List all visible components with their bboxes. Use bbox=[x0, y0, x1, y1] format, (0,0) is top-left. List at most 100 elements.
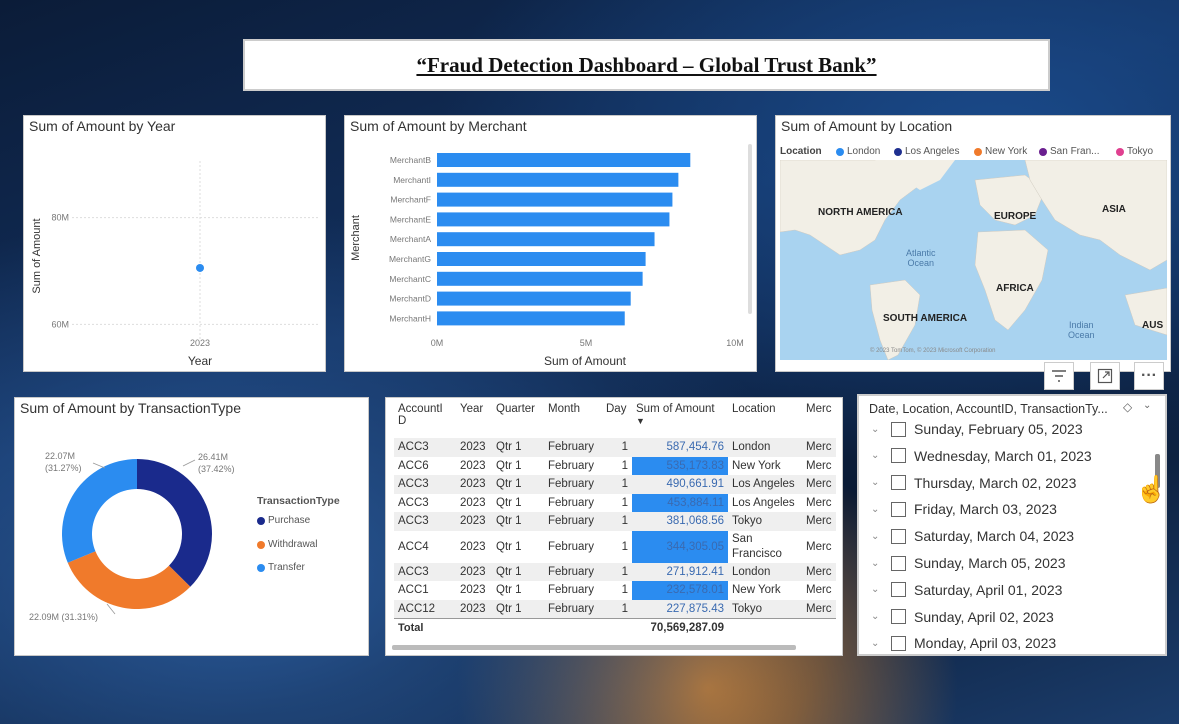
checkbox[interactable] bbox=[891, 501, 906, 517]
slicer-item-label: Sunday, February 05, 2023 bbox=[914, 421, 1083, 437]
cell-day: 1 bbox=[621, 496, 628, 509]
bar bbox=[437, 232, 655, 247]
col-year[interactable]: Year bbox=[456, 402, 492, 438]
focus-mode-icon[interactable] bbox=[1090, 362, 1120, 390]
cell-day: 1 bbox=[602, 562, 632, 581]
transaction-type-panel[interactable]: Sum of Amount by TransactionType 26.41M(… bbox=[14, 397, 369, 656]
cell-day: 1 bbox=[621, 584, 628, 597]
table-header-row: AccountI D Year Quarter Month Day Sum of … bbox=[394, 402, 836, 438]
table-row[interactable]: ACC6 2023 Qtr 1 February 1 535,173.83 New York… bbox=[394, 456, 836, 475]
slicer-item[interactable]: ⌄ Sunday, February 05, 2023 bbox=[871, 421, 1083, 437]
chevron-down-icon[interactable]: ⌄ bbox=[871, 638, 883, 649]
filter-icon[interactable] bbox=[1044, 362, 1074, 390]
cell-year: 2023 bbox=[460, 584, 486, 597]
slicer-item[interactable]: ⌄ Monday, April 03, 2023 bbox=[871, 635, 1056, 651]
table-row[interactable]: ACC12 2023 Qtr 1 February 1 227,875.43 Tokyo Me… bbox=[394, 599, 836, 618]
cell-sum-amount: 227,875.43 bbox=[632, 599, 728, 618]
chevron-down-icon[interactable]: ⌄ bbox=[871, 424, 883, 435]
chevron-down-icon[interactable]: ⌄ bbox=[871, 450, 883, 461]
table-row[interactable]: ACC3 2023 Qtr 1 February 1 381,068.56 Tokyo Mer… bbox=[394, 512, 836, 531]
data-label: 22.07M bbox=[45, 451, 75, 461]
x-tick-label: 2023 bbox=[190, 338, 210, 348]
slicer-item[interactable]: ⌄ Wednesday, March 01, 2023 bbox=[871, 448, 1092, 464]
world-map[interactable]: NORTH AMERICA EUROPE ASIA AFRICA SOUTH A… bbox=[780, 160, 1167, 360]
col-accountid[interactable]: AccountI D bbox=[394, 402, 456, 438]
table-row[interactable]: ACC3 2023 Qtr 1 February 1 587,454.76 London Me… bbox=[394, 438, 836, 457]
checkbox[interactable] bbox=[891, 609, 906, 625]
chevron-down-icon[interactable]: ⌄ bbox=[871, 531, 883, 542]
data-label-percent: (31.27%) bbox=[45, 463, 82, 473]
y-tick-label: 80M bbox=[51, 213, 69, 223]
chevron-down-icon[interactable]: ⌄ bbox=[1143, 400, 1151, 411]
cell-accountid: ACC6 bbox=[398, 459, 429, 472]
slicer-item[interactable]: ⌄ Thursday, March 02, 2023 bbox=[871, 475, 1076, 491]
checkbox[interactable] bbox=[891, 475, 906, 491]
bar bbox=[437, 311, 625, 326]
date-slicer-panel[interactable]: Date, Location, AccountID, TransactionTy… bbox=[857, 394, 1167, 656]
cell-location: San Francisco bbox=[732, 532, 782, 560]
data-label-percent: (37.42%) bbox=[198, 464, 235, 474]
transactions-table-panel[interactable]: AccountI D Year Quarter Month Day Sum of … bbox=[385, 397, 843, 656]
cell-year: 2023 bbox=[456, 475, 492, 494]
cell-year: 2023 bbox=[460, 540, 486, 553]
cell-merchant: Merc bbox=[802, 438, 836, 457]
donut-legend-item: Withdrawal bbox=[257, 539, 317, 550]
year-scatter-chart: 80M 60M 2023 Year Sum of Amount bbox=[31, 161, 319, 368]
checkbox[interactable] bbox=[891, 528, 906, 544]
world-map-shapes bbox=[780, 160, 1167, 360]
col-merchant[interactable]: Merc bbox=[802, 402, 836, 438]
checkbox[interactable] bbox=[891, 555, 906, 571]
table-row[interactable]: ACC3 2023 Qtr 1 February 1 453,884.11 Los Ange… bbox=[394, 493, 836, 512]
checkbox[interactable] bbox=[891, 448, 906, 464]
table-row[interactable]: ACC3 2023 Qtr 1 February 1 271,912.41 London Me… bbox=[394, 562, 836, 581]
table-row[interactable]: ACC4 2023 Qtr 1 February 1 344,305.05 San Fran… bbox=[394, 530, 836, 563]
table-horizontal-scrollbar[interactable] bbox=[392, 645, 796, 650]
checkbox[interactable] bbox=[891, 421, 906, 437]
donut-slice bbox=[137, 459, 213, 587]
map-legend-item: Tokyo bbox=[1116, 146, 1153, 157]
y-axis-title: Merchant bbox=[350, 215, 362, 261]
chevron-down-icon[interactable]: ⌄ bbox=[871, 558, 883, 569]
slicer-item-label: Monday, April 03, 2023 bbox=[914, 635, 1057, 652]
col-sum-amount[interactable]: Sum of Amount ▼ bbox=[632, 402, 728, 438]
col-quarter[interactable]: Quarter bbox=[492, 402, 544, 438]
more-options-button[interactable]: ··· bbox=[1134, 362, 1164, 390]
chevron-down-icon[interactable]: ⌄ bbox=[871, 611, 883, 622]
cell-merchant: Merc bbox=[806, 584, 832, 597]
merchant-chart-panel[interactable]: Sum of Amount by Merchant 0M 5M 10M Merchan… bbox=[344, 115, 757, 372]
eraser-icon[interactable]: ◇ bbox=[1123, 400, 1132, 414]
cell-accountid: ACC4 bbox=[398, 540, 429, 553]
cell-accountid: ACC3 bbox=[394, 512, 456, 531]
col-month[interactable]: Month bbox=[544, 402, 602, 438]
col-location[interactable]: Location bbox=[728, 402, 802, 438]
checkbox[interactable] bbox=[891, 582, 906, 598]
merchant-scrollbar[interactable] bbox=[748, 144, 752, 314]
year-chart-panel[interactable]: Sum of Amount by Year 80M 60M 2023 Year Sum … bbox=[23, 115, 326, 372]
location-map-panel[interactable]: Sum of Amount by Location Location Londo… bbox=[775, 115, 1171, 372]
table-row[interactable]: ACC1 2023 Qtr 1 February 1 232,578.01 New York… bbox=[394, 581, 836, 600]
slicer-item[interactable]: ⌄ Saturday, March 04, 2023 bbox=[871, 528, 1074, 544]
bar bbox=[437, 153, 691, 167]
cell-merchant: Merc bbox=[806, 540, 832, 553]
slicer-item[interactable]: ⌄ Saturday, April 01, 2023 bbox=[871, 582, 1062, 598]
y-tick-label: MerchantB bbox=[390, 155, 431, 165]
data-point bbox=[196, 263, 204, 272]
slicer-item-label: Saturday, April 01, 2023 bbox=[914, 581, 1063, 598]
cell-year: 2023 bbox=[456, 438, 492, 457]
x-tick-label: 5M bbox=[580, 338, 593, 348]
table-row[interactable]: ACC3 2023 Qtr 1 February 1 490,661.91 Los Ange… bbox=[394, 475, 836, 494]
cell-accountid: ACC3 bbox=[394, 475, 456, 494]
bar bbox=[437, 172, 679, 187]
cell-merchant: Merc bbox=[806, 459, 832, 472]
chevron-down-icon[interactable]: ⌄ bbox=[871, 504, 883, 515]
chevron-down-icon[interactable]: ⌄ bbox=[871, 477, 883, 488]
leader-line bbox=[106, 603, 116, 615]
slicer-item[interactable]: ⌄ Friday, March 03, 2023 bbox=[871, 501, 1057, 517]
slicer-item[interactable]: ⌄ Sunday, March 05, 2023 bbox=[871, 555, 1066, 571]
col-day[interactable]: Day bbox=[602, 402, 632, 438]
checkbox[interactable] bbox=[891, 635, 906, 651]
cell-location: New York bbox=[732, 459, 781, 472]
slicer-item[interactable]: ⌄ Sunday, April 02, 2023 bbox=[871, 609, 1054, 625]
chevron-down-icon[interactable]: ⌄ bbox=[871, 584, 883, 595]
cell-quarter: Qtr 1 bbox=[496, 459, 522, 472]
